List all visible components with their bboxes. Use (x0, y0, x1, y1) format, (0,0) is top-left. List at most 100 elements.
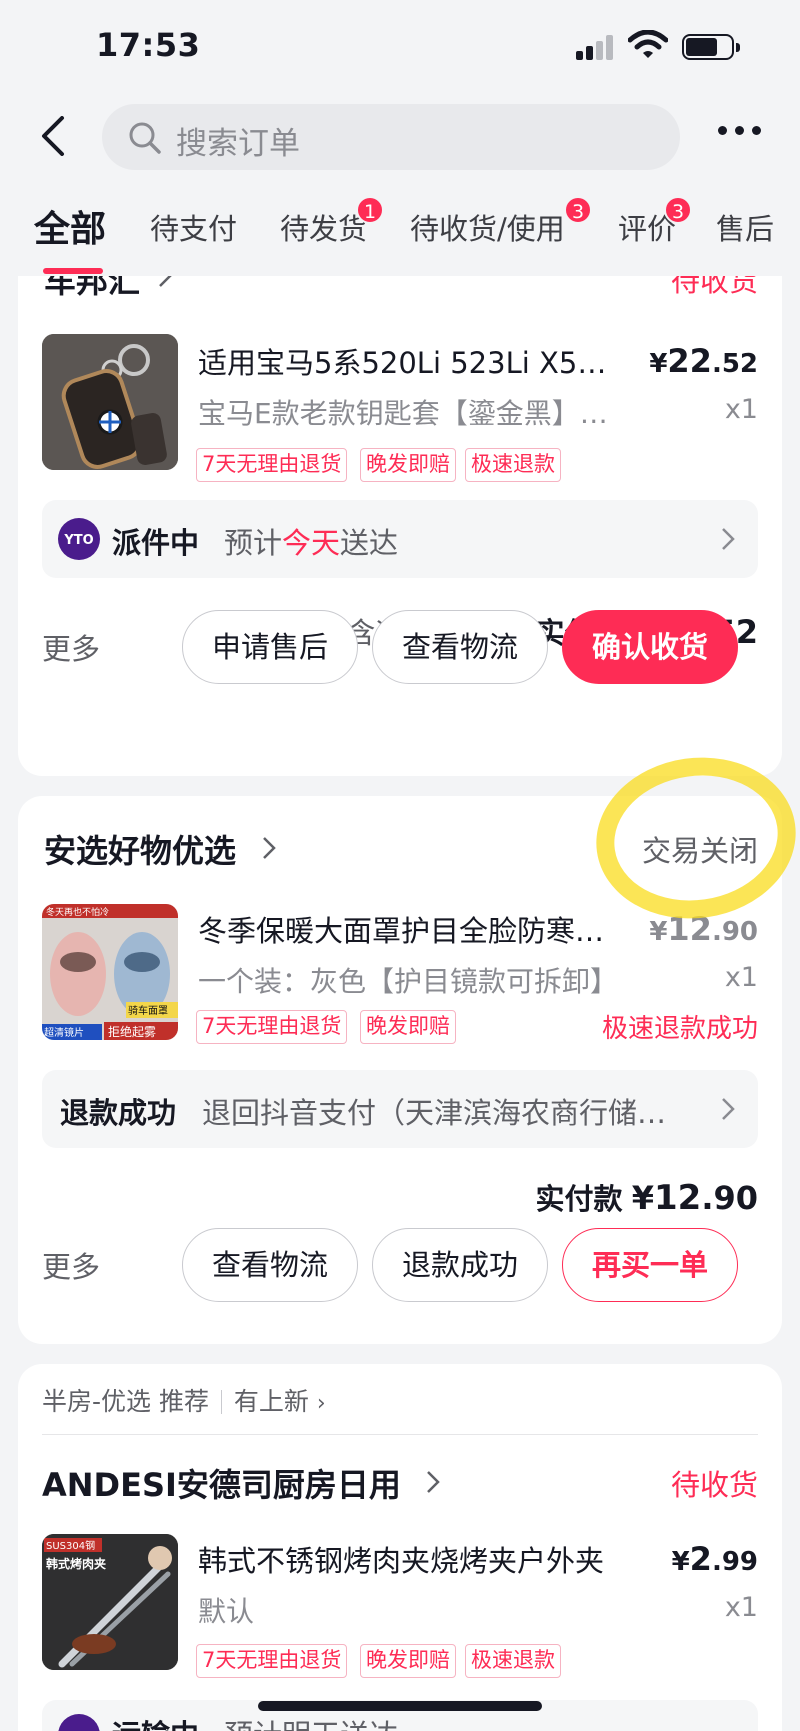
refund-success-button[interactable]: 退款成功 (372, 1228, 548, 1302)
product-price: ¥2.99 (671, 1540, 758, 1578)
tab-pending-payment[interactable]: 待支付 (150, 206, 237, 248)
product-title[interactable]: 适用宝马5系520Li 523Li X5… (198, 340, 622, 382)
price-integer: 22 (667, 342, 712, 380)
logistics-status: 派件中 (112, 526, 200, 560)
bbq-tongs-image: SUS304钢 韩式烤肉夹 (42, 1534, 178, 1670)
eta-prefix: 预计 (224, 526, 283, 560)
courier-logo-text: YTO (63, 533, 93, 548)
refund-status: 退款成功 (60, 1096, 177, 1130)
divider (42, 1434, 758, 1435)
total-decimal: .90 (701, 1179, 758, 1217)
product-price: ¥22.52 (649, 342, 758, 380)
product-title[interactable]: 冬季保暖大面罩护目全脸防寒… (198, 908, 622, 950)
logistics-bar[interactable]: YTO 派件中 预计今天送达 (42, 500, 758, 578)
refund-result: 极速退款成功 (601, 1014, 758, 1044)
cellular-signal-icon (576, 34, 616, 60)
order-card: 车邦汇 待收货 适用宝马5系520Li 523Li X5… 宝马E款老款钥匙套【… (18, 276, 782, 776)
buy-again-button[interactable]: 再买一单 (562, 1228, 738, 1302)
eta-day: 今天 (282, 526, 341, 560)
total-integer: 12 (653, 1178, 702, 1218)
badge-pending-shipment: 1 (356, 196, 384, 224)
more-options-icon[interactable] (718, 126, 762, 140)
order-total: 实付款 ¥12.90 (535, 1178, 758, 1218)
search-input[interactable]: 搜索订单 (102, 104, 680, 170)
chevron-right-icon (427, 1471, 440, 1493)
service-tag: 7天无理由退货 (196, 448, 348, 482)
order-status: 待收货 (670, 276, 758, 298)
service-tag: 晚发即赔 (360, 1010, 456, 1044)
price-integer: 2 (689, 1540, 712, 1578)
refund-detail: 退回抖音支付（天津滨海农商行储… (202, 1096, 667, 1130)
tab-pending-receipt[interactable]: 待收货/使用 (410, 206, 565, 248)
service-tag: 7天无理由退货 (196, 1010, 348, 1044)
product-spec: 默认 (198, 1595, 255, 1628)
chevron-right-icon (159, 276, 172, 287)
more-link[interactable]: 更多 (42, 626, 100, 668)
service-tag: 7天无理由退货 (196, 1644, 348, 1678)
header: 搜索订单 (0, 96, 800, 176)
back-arrow-icon[interactable] (34, 116, 74, 156)
order-status: 待收货 (670, 1468, 758, 1502)
view-logistics-button[interactable]: 查看物流 (182, 1228, 358, 1302)
status-bar: 17:53 (0, 0, 800, 96)
home-indicator (258, 1701, 542, 1711)
service-tag: 极速退款 (465, 1644, 561, 1678)
shop-name[interactable]: ANDESI安德司厨房日用 (42, 1460, 401, 1506)
chevron-right-icon (722, 528, 735, 550)
confirm-receipt-button[interactable]: 确认收货 (562, 610, 738, 684)
logistics-status: 运输中 (112, 1712, 199, 1731)
product-thumbnail[interactable]: SUS304钢 韩式烤肉夹 (42, 1534, 178, 1670)
tab-pending-shipment[interactable]: 待发货 (280, 206, 367, 248)
refund-info-bar[interactable]: 退款成功 退回抖音支付（天津滨海农商行储… (42, 1070, 758, 1148)
search-icon (129, 122, 161, 154)
key-fob-image (42, 334, 178, 470)
shop-name[interactable]: 安选好物优选 (44, 826, 236, 872)
shop-recommendation[interactable]: 半房-优选 推荐 有上新 › (42, 1382, 326, 1418)
total-label: 实付款 (535, 1182, 623, 1216)
product-quantity: x1 (724, 394, 758, 425)
thumb-caption: SUS304钢 (46, 1539, 95, 1552)
thumb-caption: 韩式烤肉夹 (46, 1556, 106, 1571)
recommend-label: 推荐 (158, 1387, 209, 1416)
price-decimal: .99 (711, 1547, 758, 1577)
product-spec: 宝马E款老款钥匙套【鎏金黑】… (198, 397, 608, 430)
courier-logo-icon: YTO (58, 518, 100, 560)
price-decimal: .90 (711, 917, 758, 947)
tab-after-sales[interactable]: 售后 (716, 206, 774, 248)
thumb-caption: 冬天再也不怕冷 (46, 906, 109, 918)
service-tag: 极速退款 (465, 448, 561, 482)
shop-name[interactable]: 车邦汇 (44, 276, 140, 302)
product-quantity: x1 (724, 1592, 758, 1623)
service-tag: 晚发即赔 (360, 448, 456, 482)
product-title[interactable]: 韩式不锈钢烤肉夹烧烤夹户外夹 (198, 1538, 638, 1580)
wifi-icon (628, 30, 668, 58)
price-decimal: .52 (711, 349, 758, 379)
logistics-eta: 预计今天送达 (224, 520, 398, 562)
chevron-right-icon (722, 1098, 735, 1120)
courier-logo-icon (58, 1714, 100, 1731)
more-link[interactable]: 更多 (42, 1244, 100, 1286)
product-quantity: x1 (724, 962, 758, 993)
search-placeholder: 搜索订单 (176, 126, 300, 162)
logistics-eta: 预计明天送达 (224, 1712, 398, 1731)
face-mask-image: 冬天再也不怕冷 超清镜片 骑车面罩 拒绝起雾 (42, 904, 178, 1040)
recommend-new: 有上新 (233, 1387, 309, 1416)
eta-suffix: 送达 (340, 526, 399, 560)
order-card: 半房-优选 推荐 有上新 › ANDESI安德司厨房日用 待收货 SUS304钢… (18, 1364, 782, 1731)
product-thumbnail[interactable] (42, 334, 178, 470)
active-tab-indicator (43, 268, 103, 274)
view-logistics-button[interactable]: 查看物流 (372, 610, 548, 684)
badge-pending-receipt: 3 (564, 196, 592, 224)
tab-all[interactable]: 全部 (34, 200, 106, 252)
chevron-right-icon (263, 837, 276, 859)
thumb-caption: 超清镜片 (44, 1026, 84, 1039)
badge-review: 3 (664, 196, 692, 224)
thumb-caption: 骑车面罩 (128, 1004, 168, 1017)
product-spec: 一个装：灰色【护目镜款可拆卸】 (198, 965, 619, 998)
recommend-shop: 半房-优选 (42, 1387, 152, 1416)
battery-icon (682, 34, 740, 60)
thumb-caption: 拒绝起雾 (108, 1024, 156, 1039)
product-thumbnail[interactable]: 冬天再也不怕冷 超清镜片 骑车面罩 拒绝起雾 (42, 904, 178, 1040)
status-time: 17:53 (96, 26, 201, 64)
after-sales-button[interactable]: 申请售后 (182, 610, 358, 684)
